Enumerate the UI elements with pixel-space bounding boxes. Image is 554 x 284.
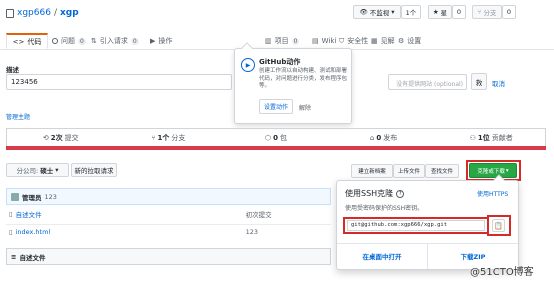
file-row[interactable]: ▯ index.html 123 (6, 224, 331, 238)
chevron-down-icon: ▾ (391, 8, 395, 16)
stat-commits[interactable]: ⟲ 2次 提交 (7, 129, 115, 146)
package-icon: ⬡ (264, 133, 272, 142)
eye-icon: 👁 (359, 8, 368, 16)
stat-packages[interactable]: ⬡ 0 包 (222, 129, 330, 146)
clone-description: 使用受密码保护的SSH密钥。 (345, 205, 424, 212)
clone-title: 使用SSH克隆 ? (345, 188, 405, 199)
tab-security[interactable]: ⛉ 安全性 (339, 33, 368, 49)
new-pull-request-button[interactable]: 新的拉取请求 (71, 163, 117, 177)
upload-files-button[interactable]: 上传文件 (393, 164, 425, 178)
star-icon: ★ (432, 8, 439, 16)
tab-pull-requests[interactable]: ⇅ 引入请求 0 (91, 33, 139, 49)
tab-wiki[interactable]: ▤ Wiki (312, 33, 336, 49)
actions-popup: ▶ GitHub动作 创建工作流以自动构建、测试和部署代码，对问题进行分类，发布… (234, 42, 352, 124)
tag-icon: ⌂ (369, 133, 375, 142)
repo-icon (6, 8, 14, 18)
file-row[interactable]: ▯ 自述文件 初次提交 (6, 207, 331, 221)
clone-dropdown: 使用SSH克隆 ? 使用HTTPS 使用受密码保护的SSH密钥。 git@git… (336, 174, 519, 270)
save-button[interactable]: 救 (471, 73, 487, 90)
repo-owner-link[interactable]: xgp666 (17, 8, 51, 18)
projects-count: 0 (291, 37, 300, 45)
chevron-down-icon: ▾ (55, 166, 59, 174)
fork-count[interactable]: 0 (502, 5, 516, 19)
popup-title: GitHub动作 (259, 58, 301, 66)
gear-icon: ⚙ (398, 37, 405, 45)
pulls-count: 0 (130, 37, 139, 45)
repo-header: xgp666 / xgp (6, 7, 79, 19)
stat-contributors[interactable]: ⚇ 1位 贡献者 (437, 129, 545, 146)
website-input[interactable]: 没有提供网站 (optional) (388, 74, 467, 90)
tab-projects[interactable]: ▥ 项目 0 (265, 33, 300, 49)
tab-settings[interactable]: ⚙ 设置 (398, 33, 421, 49)
issues-count: 0 (78, 37, 86, 45)
create-file-button[interactable]: 建立新档案 (351, 164, 393, 178)
repo-name-link[interactable]: xgp (60, 8, 79, 18)
play-icon: ▶ (150, 37, 156, 45)
actions-logo-icon: ▶ (241, 58, 255, 72)
file-icon: ▯ (9, 227, 13, 236)
fork-icon: ⑂ (477, 8, 482, 16)
use-https-link[interactable]: 使用HTTPS (477, 189, 508, 198)
avatar (11, 192, 19, 201)
stat-branches[interactable]: ⑂ 1个 分支 (115, 129, 223, 146)
download-zip-button[interactable]: 下载ZIP (428, 251, 518, 261)
pull-request-icon: ⇅ (91, 37, 97, 45)
description-label: 描述 (6, 66, 19, 74)
tab-code[interactable]: <> 代码 (6, 33, 48, 49)
repo-separator: / (53, 8, 57, 18)
copy-button-highlight (487, 215, 511, 236)
setup-actions-button[interactable]: 设置动作 (259, 99, 293, 114)
open-in-desktop-button[interactable]: 在桌面中打开 (337, 251, 427, 261)
clone-url-highlight (343, 217, 489, 234)
history-icon: ⟲ (42, 133, 49, 142)
readme-header: ≡ 自述文件 (6, 248, 331, 265)
watermark: @51CTO博客 (470, 267, 534, 278)
find-file-button[interactable]: 查找文件 (425, 164, 459, 178)
issues-icon (52, 38, 58, 44)
people-icon: ⚇ (469, 133, 476, 142)
fork-button[interactable]: ⑂ 分支 (472, 5, 502, 19)
stat-releases[interactable]: ⌂ 0 发布 (330, 129, 438, 146)
watch-button[interactable]: 👁 不监视 ▾ (353, 5, 401, 19)
dismiss-link[interactable]: 解除 (299, 103, 311, 112)
graph-icon: ▦ (371, 37, 378, 45)
shield-icon: ⛉ (339, 36, 345, 45)
tab-insights[interactable]: ▦ 见解 (371, 33, 395, 49)
tab-actions[interactable]: ▶ 操作 (150, 33, 172, 49)
project-icon: ▥ (265, 37, 272, 45)
popup-arrow (241, 42, 253, 54)
star-button[interactable]: ★ 星 (428, 5, 452, 19)
branch-icon: ⑂ (151, 133, 156, 142)
manage-topics-link[interactable]: 管理主题 (6, 112, 30, 121)
file-icon: ▯ (9, 210, 13, 218)
watch-count[interactable]: 1个 (401, 5, 421, 19)
branch-select[interactable]: 分公司: 硕士 ▾ (6, 163, 69, 177)
cancel-link[interactable]: 取消 (492, 78, 505, 88)
star-count[interactable]: 0 (452, 5, 466, 19)
stats-bar: ⟲ 2次 提交 ⑂ 1个 分支 ⬡ 0 包 ⌂ 0 发布 ⚇ 1位 贡献者 (6, 128, 546, 146)
language-bar (6, 146, 546, 150)
list-icon: ≡ (11, 252, 17, 261)
popup-body: 创建工作流以自动构建、测试和部署代码，对问题进行分类，发布程序包等。 (259, 68, 348, 89)
description-input[interactable]: 123456 (6, 74, 232, 90)
commit-bar: 管理员 123 (6, 188, 331, 205)
tab-issues[interactable]: 问题 0 (52, 33, 86, 49)
question-icon[interactable]: ? (396, 189, 405, 198)
book-icon: ▤ (312, 37, 319, 45)
code-icon: <> (12, 37, 25, 46)
